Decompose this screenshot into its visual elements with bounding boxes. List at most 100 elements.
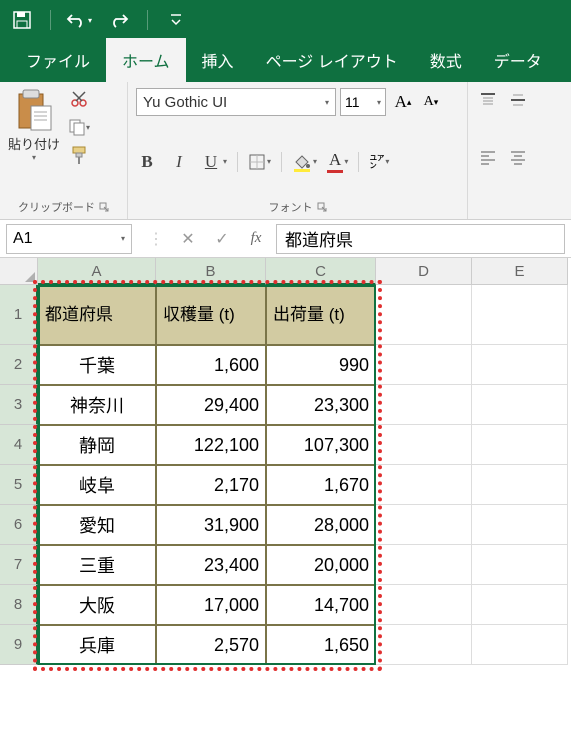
cell-A9[interactable]: 兵庫 (38, 625, 156, 665)
cell-C9[interactable]: 1,650 (266, 625, 376, 665)
cell-E8[interactable] (472, 585, 568, 625)
row-header-2[interactable]: 2 (0, 345, 38, 385)
save-button[interactable] (8, 6, 36, 34)
cell-C4[interactable]: 107,300 (266, 425, 376, 465)
name-box-caret[interactable]: ▾ (121, 234, 125, 243)
tab-data[interactable]: データ (478, 38, 558, 82)
underline-button[interactable]: U ▾ (200, 151, 227, 173)
cell-E7[interactable] (472, 545, 568, 585)
cell-D2[interactable] (376, 345, 472, 385)
dialog-launcher-icon[interactable] (99, 202, 109, 212)
cell-B8[interactable]: 17,000 (156, 585, 266, 625)
cell-C6[interactable]: 28,000 (266, 505, 376, 545)
copy-button[interactable]: ▾ (66, 116, 92, 138)
cell-E5[interactable] (472, 465, 568, 505)
paste-button[interactable]: 貼り付け ▾ (8, 88, 60, 162)
cell-B2[interactable]: 1,600 (156, 345, 266, 385)
select-all-corner[interactable] (0, 258, 38, 285)
cell-B5[interactable]: 2,170 (156, 465, 266, 505)
qat-customize-button[interactable] (162, 6, 190, 34)
italic-button[interactable]: I (168, 151, 190, 173)
paste-dropdown-caret[interactable]: ▾ (32, 153, 36, 162)
cell-C8[interactable]: 14,700 (266, 585, 376, 625)
cell-B9[interactable]: 2,570 (156, 625, 266, 665)
cell-C5[interactable]: 1,670 (266, 465, 376, 505)
font-name-dropdown[interactable]: Yu Gothic UI ▾ (136, 88, 336, 116)
cell-A4[interactable]: 静岡 (38, 425, 156, 465)
row-header-6[interactable]: 6 (0, 505, 38, 545)
row-header-4[interactable]: 4 (0, 425, 38, 465)
enter-formula-button[interactable]: ✓ (212, 229, 232, 249)
cell-D4[interactable] (376, 425, 472, 465)
font-color-button[interactable]: A ▾ (327, 150, 348, 173)
row-header-7[interactable]: 7 (0, 545, 38, 585)
align-center-button[interactable] (506, 145, 530, 169)
cell-A8[interactable]: 大阪 (38, 585, 156, 625)
col-header-C[interactable]: C (266, 258, 376, 285)
copy-dropdown-caret[interactable]: ▾ (86, 123, 90, 132)
undo-button[interactable]: ▾ (65, 6, 93, 34)
format-painter-button[interactable] (66, 144, 92, 166)
cell-C7[interactable]: 20,000 (266, 545, 376, 585)
row-header-8[interactable]: 8 (0, 585, 38, 625)
dialog-launcher-icon[interactable] (317, 202, 327, 212)
underline-caret[interactable]: ▾ (223, 157, 227, 166)
cell-E1[interactable] (472, 285, 568, 345)
cell-D9[interactable] (376, 625, 472, 665)
cell-A1[interactable]: 都道府県 (38, 285, 156, 345)
cell-A3[interactable]: 神奈川 (38, 385, 156, 425)
cell-C2[interactable]: 990 (266, 345, 376, 385)
borders-button[interactable]: ▾ (248, 153, 271, 171)
insert-function-button[interactable]: fx (246, 230, 266, 247)
cell-D5[interactable] (376, 465, 472, 505)
bold-button[interactable]: B (136, 151, 158, 173)
fill-color-button[interactable]: ▾ (292, 152, 317, 172)
cell-A7[interactable]: 三重 (38, 545, 156, 585)
col-header-B[interactable]: B (156, 258, 266, 285)
undo-dropdown-caret[interactable]: ▾ (88, 16, 92, 25)
cell-D1[interactable] (376, 285, 472, 345)
row-header-9[interactable]: 9 (0, 625, 38, 665)
cell-B7[interactable]: 23,400 (156, 545, 266, 585)
cell-B3[interactable]: 29,400 (156, 385, 266, 425)
col-header-D[interactable]: D (376, 258, 472, 285)
cell-C3[interactable]: 23,300 (266, 385, 376, 425)
cancel-formula-button[interactable]: ✕ (178, 229, 198, 249)
font-color-caret[interactable]: ▾ (344, 157, 348, 166)
shrink-font-button[interactable]: A▾ (418, 89, 444, 115)
worksheet[interactable]: A B C D E 1 都道府県 収穫量 (t) 出荷量 (t) 2千葉1,60… (0, 258, 571, 665)
align-top-button[interactable] (476, 88, 500, 112)
cell-B6[interactable]: 31,900 (156, 505, 266, 545)
redo-button[interactable] (105, 6, 133, 34)
fill-color-caret[interactable]: ▾ (313, 157, 317, 166)
cell-E3[interactable] (472, 385, 568, 425)
row-header-5[interactable]: 5 (0, 465, 38, 505)
cell-E4[interactable] (472, 425, 568, 465)
tab-formulas[interactable]: 数式 (414, 38, 478, 82)
formula-input[interactable]: 都道府県 (276, 224, 565, 254)
borders-caret[interactable]: ▾ (267, 157, 271, 166)
cell-B1[interactable]: 収穫量 (t) (156, 285, 266, 345)
col-header-E[interactable]: E (472, 258, 568, 285)
row-header-1[interactable]: 1 (0, 285, 38, 345)
cell-E6[interactable] (472, 505, 568, 545)
cell-C1[interactable]: 出荷量 (t) (266, 285, 376, 345)
tab-insert[interactable]: 挿入 (186, 38, 250, 82)
align-middle-button[interactable] (506, 88, 530, 112)
tab-home[interactable]: ホーム (106, 38, 186, 82)
col-header-A[interactable]: A (38, 258, 156, 285)
cell-E2[interactable] (472, 345, 568, 385)
grow-font-button[interactable]: A▴ (390, 89, 416, 115)
cell-D8[interactable] (376, 585, 472, 625)
cell-A2[interactable]: 千葉 (38, 345, 156, 385)
cell-A5[interactable]: 岐阜 (38, 465, 156, 505)
cell-B4[interactable]: 122,100 (156, 425, 266, 465)
cell-E9[interactable] (472, 625, 568, 665)
tab-page-layout[interactable]: ページ レイアウト (250, 38, 414, 82)
cut-button[interactable] (66, 88, 92, 110)
cell-D3[interactable] (376, 385, 472, 425)
phonetic-button[interactable]: ㍐ ▾ (369, 151, 389, 172)
cell-D6[interactable] (376, 505, 472, 545)
align-left-button[interactable] (476, 145, 500, 169)
cell-D7[interactable] (376, 545, 472, 585)
